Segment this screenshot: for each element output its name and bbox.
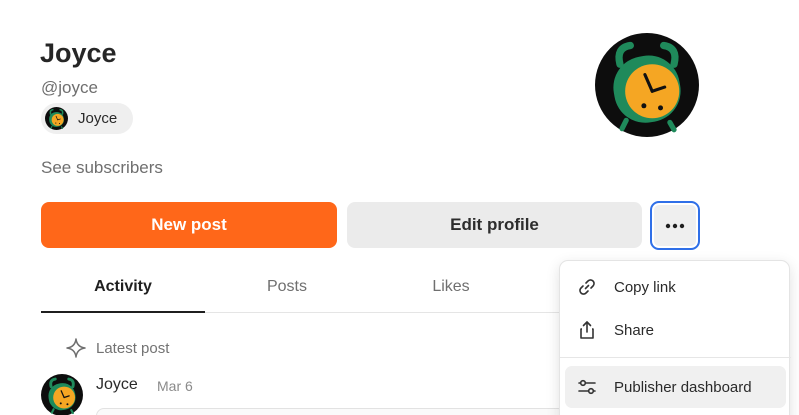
share-icon <box>580 321 594 339</box>
menu-item-copy-link[interactable]: Copy link <box>560 266 791 308</box>
ellipsis-icon <box>665 223 685 228</box>
post-author-name[interactable]: Joyce <box>96 376 138 394</box>
profile-avatar[interactable] <box>595 33 699 137</box>
post-preview-card[interactable] <box>96 408 566 415</box>
menu-item-label: Share <box>614 321 655 339</box>
profile-page: Joyce @joyce Joyce See subscribers New p… <box>0 0 799 415</box>
menu-item-share[interactable]: Share <box>560 309 791 351</box>
edit-profile-button[interactable]: Edit profile <box>347 202 642 248</box>
publication-chip-label: Joyce <box>78 110 118 127</box>
new-post-button[interactable]: New post <box>41 202 337 248</box>
see-subscribers-link[interactable]: See subscribers <box>41 158 163 178</box>
latest-post-label: Latest post <box>96 339 170 357</box>
tab-activity[interactable]: Activity <box>41 278 205 313</box>
menu-divider <box>560 357 791 358</box>
latest-post-heading: Latest post <box>66 338 169 358</box>
menu-item-label: Copy link <box>614 278 676 296</box>
link-icon <box>579 279 595 295</box>
profile-name: Joyce <box>40 38 117 68</box>
menu-item-label: Publisher dashboard <box>614 378 752 396</box>
publication-avatar <box>45 107 68 130</box>
sparkle-icon <box>66 338 86 358</box>
publication-chip[interactable]: Joyce <box>41 103 133 134</box>
tab-likes[interactable]: Likes <box>369 278 533 313</box>
profile-handle: @joyce <box>41 78 98 97</box>
sliders-icon <box>578 379 596 395</box>
post-date: Mar 6 <box>157 378 193 394</box>
more-options-button[interactable] <box>650 201 700 250</box>
menu-item-publisher-dashboard[interactable]: Publisher dashboard <box>565 366 786 408</box>
more-options-menu: Copy link Share Publisher dashboard <box>559 260 791 415</box>
post-author-avatar[interactable] <box>41 374 83 415</box>
tab-posts[interactable]: Posts <box>205 278 369 313</box>
